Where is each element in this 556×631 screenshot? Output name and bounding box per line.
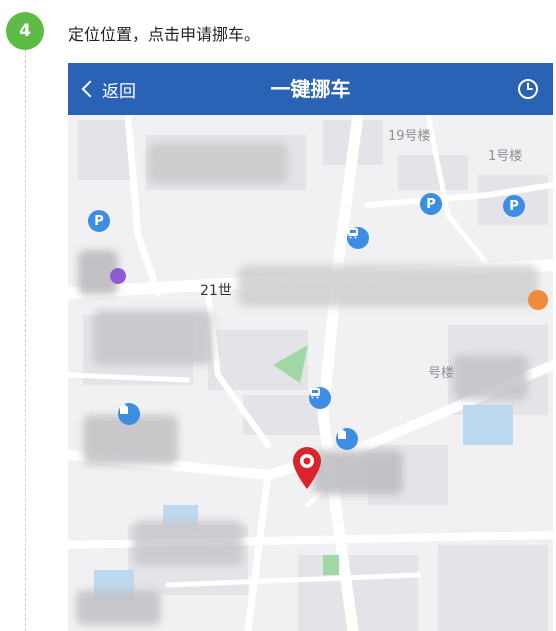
bus-stop-icon[interactable] [347, 227, 369, 249]
parking-icon[interactable]: P [503, 195, 525, 217]
map-label-building: 号楼 [428, 366, 455, 381]
blurred-area [93, 310, 213, 365]
parking-icon[interactable]: P [88, 210, 110, 232]
blurred-area [313, 450, 403, 495]
blurred-area [238, 265, 538, 307]
map-label-road: 21世 [200, 283, 232, 299]
bus-stop-icon[interactable] [309, 387, 331, 409]
parking-icon[interactable]: P [420, 193, 442, 215]
step-connector-line [25, 50, 26, 631]
poi-icon[interactable] [110, 268, 126, 284]
blurred-area [133, 520, 243, 565]
app-header: 返回 一键挪车 [68, 63, 553, 115]
clock-icon [518, 79, 538, 99]
location-pin-icon[interactable] [290, 445, 324, 491]
blurred-area [76, 590, 161, 625]
phone-screenshot: 返回 一键挪车 19号楼 1号楼 21世 号楼 P P P [68, 63, 553, 631]
step-instruction: 定位位置，点击申请挪车。 [68, 25, 261, 44]
blurred-area [148, 143, 288, 183]
page-title: 一键挪车 [270, 77, 351, 101]
step-number-badge: 4 [6, 12, 44, 50]
history-button[interactable] [517, 78, 539, 100]
map-label-building-1: 1号楼 [488, 149, 523, 164]
map-view[interactable]: 19号楼 1号楼 21世 号楼 P P P [68, 115, 553, 631]
building-icon[interactable] [118, 403, 140, 425]
poi-icon[interactable] [528, 290, 548, 310]
map-label-building-19: 19号楼 [388, 129, 431, 144]
blurred-area [453, 355, 528, 400]
building-icon[interactable] [336, 428, 358, 450]
